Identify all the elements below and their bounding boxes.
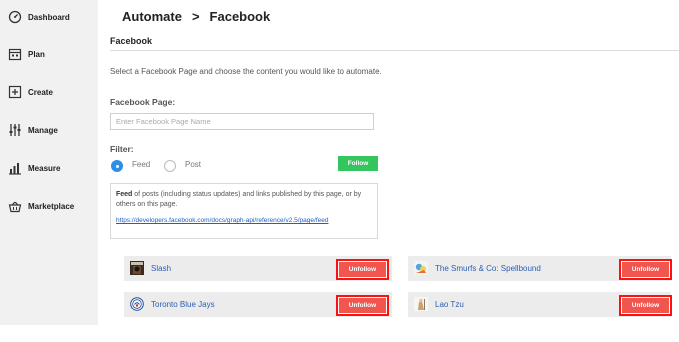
filter-feed-label[interactable]: Feed bbox=[132, 160, 150, 169]
unfollow-button[interactable]: Unfollow bbox=[619, 295, 672, 316]
info-term: Feed bbox=[116, 191, 133, 198]
page-avatar bbox=[414, 261, 428, 275]
sidebar-item-label: Plan bbox=[28, 49, 45, 59]
filter-feed-radio[interactable] bbox=[111, 160, 123, 172]
sidebar: Dashboard Plan Create Manage Measure Mar… bbox=[0, 0, 98, 325]
filter-post-label[interactable]: Post bbox=[185, 160, 201, 169]
sidebar-item-label: Manage bbox=[28, 125, 58, 135]
bar-chart-icon bbox=[8, 161, 22, 175]
page-avatar bbox=[414, 297, 428, 311]
sidebar-item-label: Marketplace bbox=[28, 201, 75, 211]
page-name[interactable]: The Smurfs & Co: Spellbound bbox=[435, 264, 541, 273]
unfollow-button[interactable]: Unfollow bbox=[619, 259, 672, 280]
sidebar-item-create[interactable]: Create bbox=[0, 80, 98, 104]
info-description: of posts (including status updates) and … bbox=[116, 191, 362, 208]
sidebar-item-dashboard[interactable]: Dashboard bbox=[0, 5, 98, 29]
sidebar-item-label: Create bbox=[28, 87, 53, 97]
sidebar-item-marketplace[interactable]: Marketplace bbox=[0, 194, 98, 218]
page-name[interactable]: Slash bbox=[151, 264, 171, 273]
graph-api-docs-link[interactable]: https://developers.facebook.com/docs/gra… bbox=[116, 216, 372, 226]
plus-square-icon bbox=[8, 85, 22, 99]
section-title: Facebook bbox=[110, 36, 153, 46]
sidebar-item-label: Measure bbox=[28, 163, 61, 173]
intro-text: Select a Facebook Page and choose the co… bbox=[110, 67, 382, 76]
page-avatar bbox=[130, 261, 144, 275]
basket-icon bbox=[8, 199, 22, 213]
section-divider bbox=[110, 50, 679, 51]
filter-info-box: Feed of posts (including status updates)… bbox=[110, 183, 378, 239]
followed-page-row: Slash Unfollow bbox=[124, 256, 392, 281]
breadcrumb-current: Facebook bbox=[209, 9, 271, 24]
sidebar-item-label: Dashboard bbox=[28, 12, 70, 22]
sidebar-item-manage[interactable]: Manage bbox=[0, 118, 98, 142]
facebook-page-input[interactable] bbox=[110, 113, 374, 130]
sidebar-item-plan[interactable]: Plan bbox=[0, 42, 98, 66]
facebook-page-label: Facebook Page: bbox=[110, 97, 176, 107]
unfollow-button[interactable]: Unfollow bbox=[336, 295, 389, 316]
unfollow-button[interactable]: Unfollow bbox=[336, 259, 389, 280]
calendar-icon bbox=[8, 47, 22, 61]
followed-page-row: Toronto Blue Jays Unfollow bbox=[124, 292, 392, 317]
followed-page-row: The Smurfs & Co: Spellbound Unfollow bbox=[408, 256, 672, 281]
sliders-icon bbox=[8, 123, 22, 137]
dashboard-icon bbox=[8, 10, 22, 24]
page-avatar bbox=[130, 297, 144, 311]
filter-label: Filter: bbox=[110, 144, 134, 154]
followed-page-row: Lao Tzu Unfollow bbox=[408, 292, 672, 317]
breadcrumb-separator: > bbox=[191, 9, 200, 24]
page-name[interactable]: Toronto Blue Jays bbox=[151, 300, 215, 309]
breadcrumb-parent[interactable]: Automate bbox=[122, 9, 182, 24]
page-name[interactable]: Lao Tzu bbox=[435, 300, 464, 309]
sidebar-item-measure[interactable]: Measure bbox=[0, 156, 98, 180]
follow-button[interactable]: Follow bbox=[338, 156, 378, 171]
breadcrumb: Automate > Facebook bbox=[122, 9, 270, 24]
filter-post-radio[interactable] bbox=[164, 160, 176, 172]
